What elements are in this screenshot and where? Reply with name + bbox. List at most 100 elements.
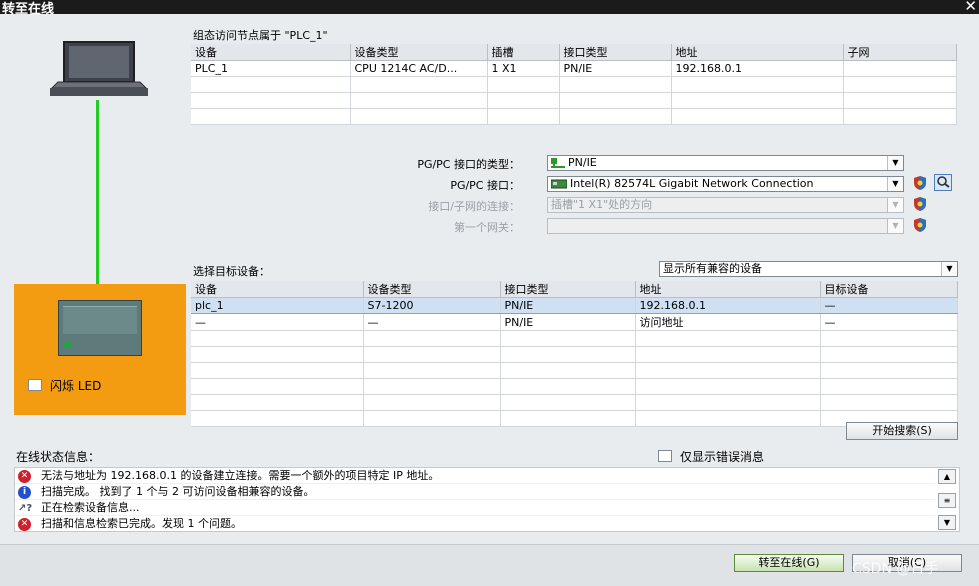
table-row-empty (191, 346, 958, 363)
target-device-caption: 选择目标设备： (193, 265, 270, 278)
target-devices-table: 设备 设备类型 接口类型 地址 目标设备 plc_1 S7-1200 PN/IE… (191, 281, 958, 427)
column-slot: 插槽 (487, 44, 560, 61)
scroll-down-icon[interactable]: ▼ (938, 515, 956, 530)
chevron-down-icon[interactable]: ▼ (941, 262, 957, 276)
cell-device-type: — (363, 313, 501, 331)
scroll-up-icon[interactable]: ▲ (938, 469, 956, 484)
pgpc-interface-select[interactable]: Intel(R) 82574L Gigabit Network Connecti… (547, 176, 904, 192)
cell-device: plc_1 (191, 297, 364, 314)
start-search-button[interactable]: 开始搜索(S) (846, 422, 958, 440)
busy-icon: ↗? (18, 503, 33, 514)
column-interface-type: 接口类型 (500, 281, 636, 298)
cell-device-type: S7-1200 (363, 297, 501, 314)
table-row[interactable]: plc_1 S7-1200 PN/IE 192.168.0.1 — (191, 297, 958, 314)
cell-interface-type: PN/IE (500, 313, 636, 331)
status-message-list: ✕ 无法与地址为 192.168.0.1 的设备建立连接。需要一个额外的项目特定… (14, 467, 960, 532)
configured-nodes-caption: 组态访问节点属于 "PLC_1" (193, 29, 328, 42)
cell-interface-type: PN/IE (500, 297, 636, 314)
interface-type-select[interactable]: PN/IE ▼ (547, 155, 904, 171)
cell-device-type: CPU 1214C AC/D... (350, 60, 488, 77)
flash-led-checkbox[interactable] (28, 379, 42, 391)
gateway-label: 第一个网关： (454, 221, 520, 234)
plc-icon (58, 300, 142, 356)
chevron-down-icon[interactable]: ▼ (887, 219, 903, 233)
configured-nodes-table: 设备 设备类型 插槽 接口类型 地址 子网 PLC_1 CPU 1214C AC… (191, 44, 957, 125)
cell-address: 访问地址 (635, 313, 821, 331)
errors-only-label: 仅显示错误消息 (680, 450, 765, 464)
online-status-caption: 在线状态信息： (16, 450, 101, 464)
column-device: 设备 (191, 44, 351, 61)
cell-device: PLC_1 (191, 60, 351, 77)
window-title: 转至在线 (2, 2, 55, 17)
column-address: 地址 (671, 44, 844, 61)
watermark-text: CSDN @日手 (852, 561, 939, 577)
table-header-row: 设备 设备类型 接口类型 地址 目标设备 (191, 281, 958, 298)
list-item: i 扫描完成。 找到了 1 个与 2 可访问设备相兼容的设备。 (15, 484, 935, 500)
subnet-connection-select[interactable]: 插槽"1 X1"处的方向 ▼ (547, 197, 904, 213)
table-row[interactable]: — — PN/IE 访问地址 — (191, 313, 958, 331)
scroll-thumb-icon[interactable]: ≡ (938, 493, 956, 508)
diagnostics-search-icon[interactable] (934, 174, 952, 191)
cell-target-device: — (820, 297, 958, 314)
table-row-empty (191, 92, 957, 109)
table-row-empty (191, 362, 958, 379)
flash-led-label: 闪烁 LED (50, 379, 102, 393)
message-text: 正在检索设备信息... (41, 501, 140, 514)
network-card-icon (551, 179, 567, 189)
status-led-icon (64, 342, 72, 347)
list-item: ↗? 正在检索设备信息... (15, 500, 935, 516)
cell-target-device: — (820, 313, 958, 331)
cell-address: 192.168.0.1 (671, 60, 844, 77)
column-interface-type: 接口类型 (559, 44, 672, 61)
column-address: 地址 (635, 281, 821, 298)
info-icon: i (18, 486, 31, 499)
column-target-device: 目标设备 (820, 281, 958, 298)
column-device-type: 设备类型 (350, 44, 488, 61)
close-icon[interactable]: ✕ (964, 0, 977, 15)
chevron-down-icon[interactable]: ▼ (887, 156, 903, 170)
list-item: ✕ 无法与地址为 192.168.0.1 的设备建立连接。需要一个额外的项目特定… (15, 468, 935, 484)
list-item: ✕ 扫描和信息检索已完成。发现 1 个问题。 (15, 516, 935, 532)
table-row[interactable]: PLC_1 CPU 1214C AC/D... 1 X1 PN/IE 192.1… (191, 60, 957, 77)
errors-only-checkbox[interactable] (658, 450, 672, 462)
properties-shield-icon[interactable] (911, 175, 929, 192)
table-row-empty (191, 394, 958, 411)
device-filter-value: 显示所有兼容的设备 (663, 262, 762, 275)
device-filter-select[interactable]: 显示所有兼容的设备 ▼ (659, 261, 958, 277)
pgpc-interface-label: PG/PC 接口： (450, 179, 520, 192)
device-panel: 闪烁 LED (14, 284, 186, 415)
table-header-row: 设备 设备类型 插槽 接口类型 地址 子网 (191, 44, 957, 61)
cell-interface-type: PN/IE (559, 60, 672, 77)
error-icon: ✕ (18, 518, 31, 531)
column-subnet: 子网 (843, 44, 957, 61)
properties-shield-icon[interactable] (911, 217, 929, 234)
interface-type-value: PN/IE (568, 156, 597, 169)
interface-type-label: PG/PC 接口的类型： (417, 158, 520, 171)
table-row-empty (191, 108, 957, 125)
chevron-down-icon[interactable]: ▼ (887, 198, 903, 212)
properties-shield-icon[interactable] (911, 196, 929, 213)
table-row-empty (191, 330, 958, 347)
message-text: 扫描和信息检索已完成。发现 1 个问题。 (41, 517, 242, 530)
subnet-connection-label: 接口/子网的连接： (428, 200, 520, 213)
table-row-empty (191, 378, 958, 395)
cell-subnet (843, 60, 957, 77)
message-text: 无法与地址为 192.168.0.1 的设备建立连接。需要一个额外的项目特定 I… (41, 469, 440, 482)
pg-laptop-icon (50, 41, 148, 96)
connection-line (96, 100, 99, 284)
cell-device: — (191, 313, 364, 331)
error-icon: ✕ (18, 470, 31, 483)
network-icon (551, 158, 565, 168)
column-device-type: 设备类型 (363, 281, 501, 298)
table-row-empty (191, 410, 958, 427)
gateway-select[interactable]: ▼ (547, 218, 904, 234)
message-text: 扫描完成。 找到了 1 个与 2 可访问设备相兼容的设备。 (41, 485, 315, 498)
go-online-button[interactable]: 转至在线(G) (734, 554, 844, 572)
column-device: 设备 (191, 281, 364, 298)
window-titlebar: 转至在线 ✕ (0, 0, 979, 17)
pgpc-interface-value: Intel(R) 82574L Gigabit Network Connecti… (570, 177, 814, 190)
table-row-empty (191, 76, 957, 93)
subnet-connection-value: 插槽"1 X1"处的方向 (551, 198, 653, 211)
cell-slot: 1 X1 (487, 60, 560, 77)
chevron-down-icon[interactable]: ▼ (887, 177, 903, 191)
